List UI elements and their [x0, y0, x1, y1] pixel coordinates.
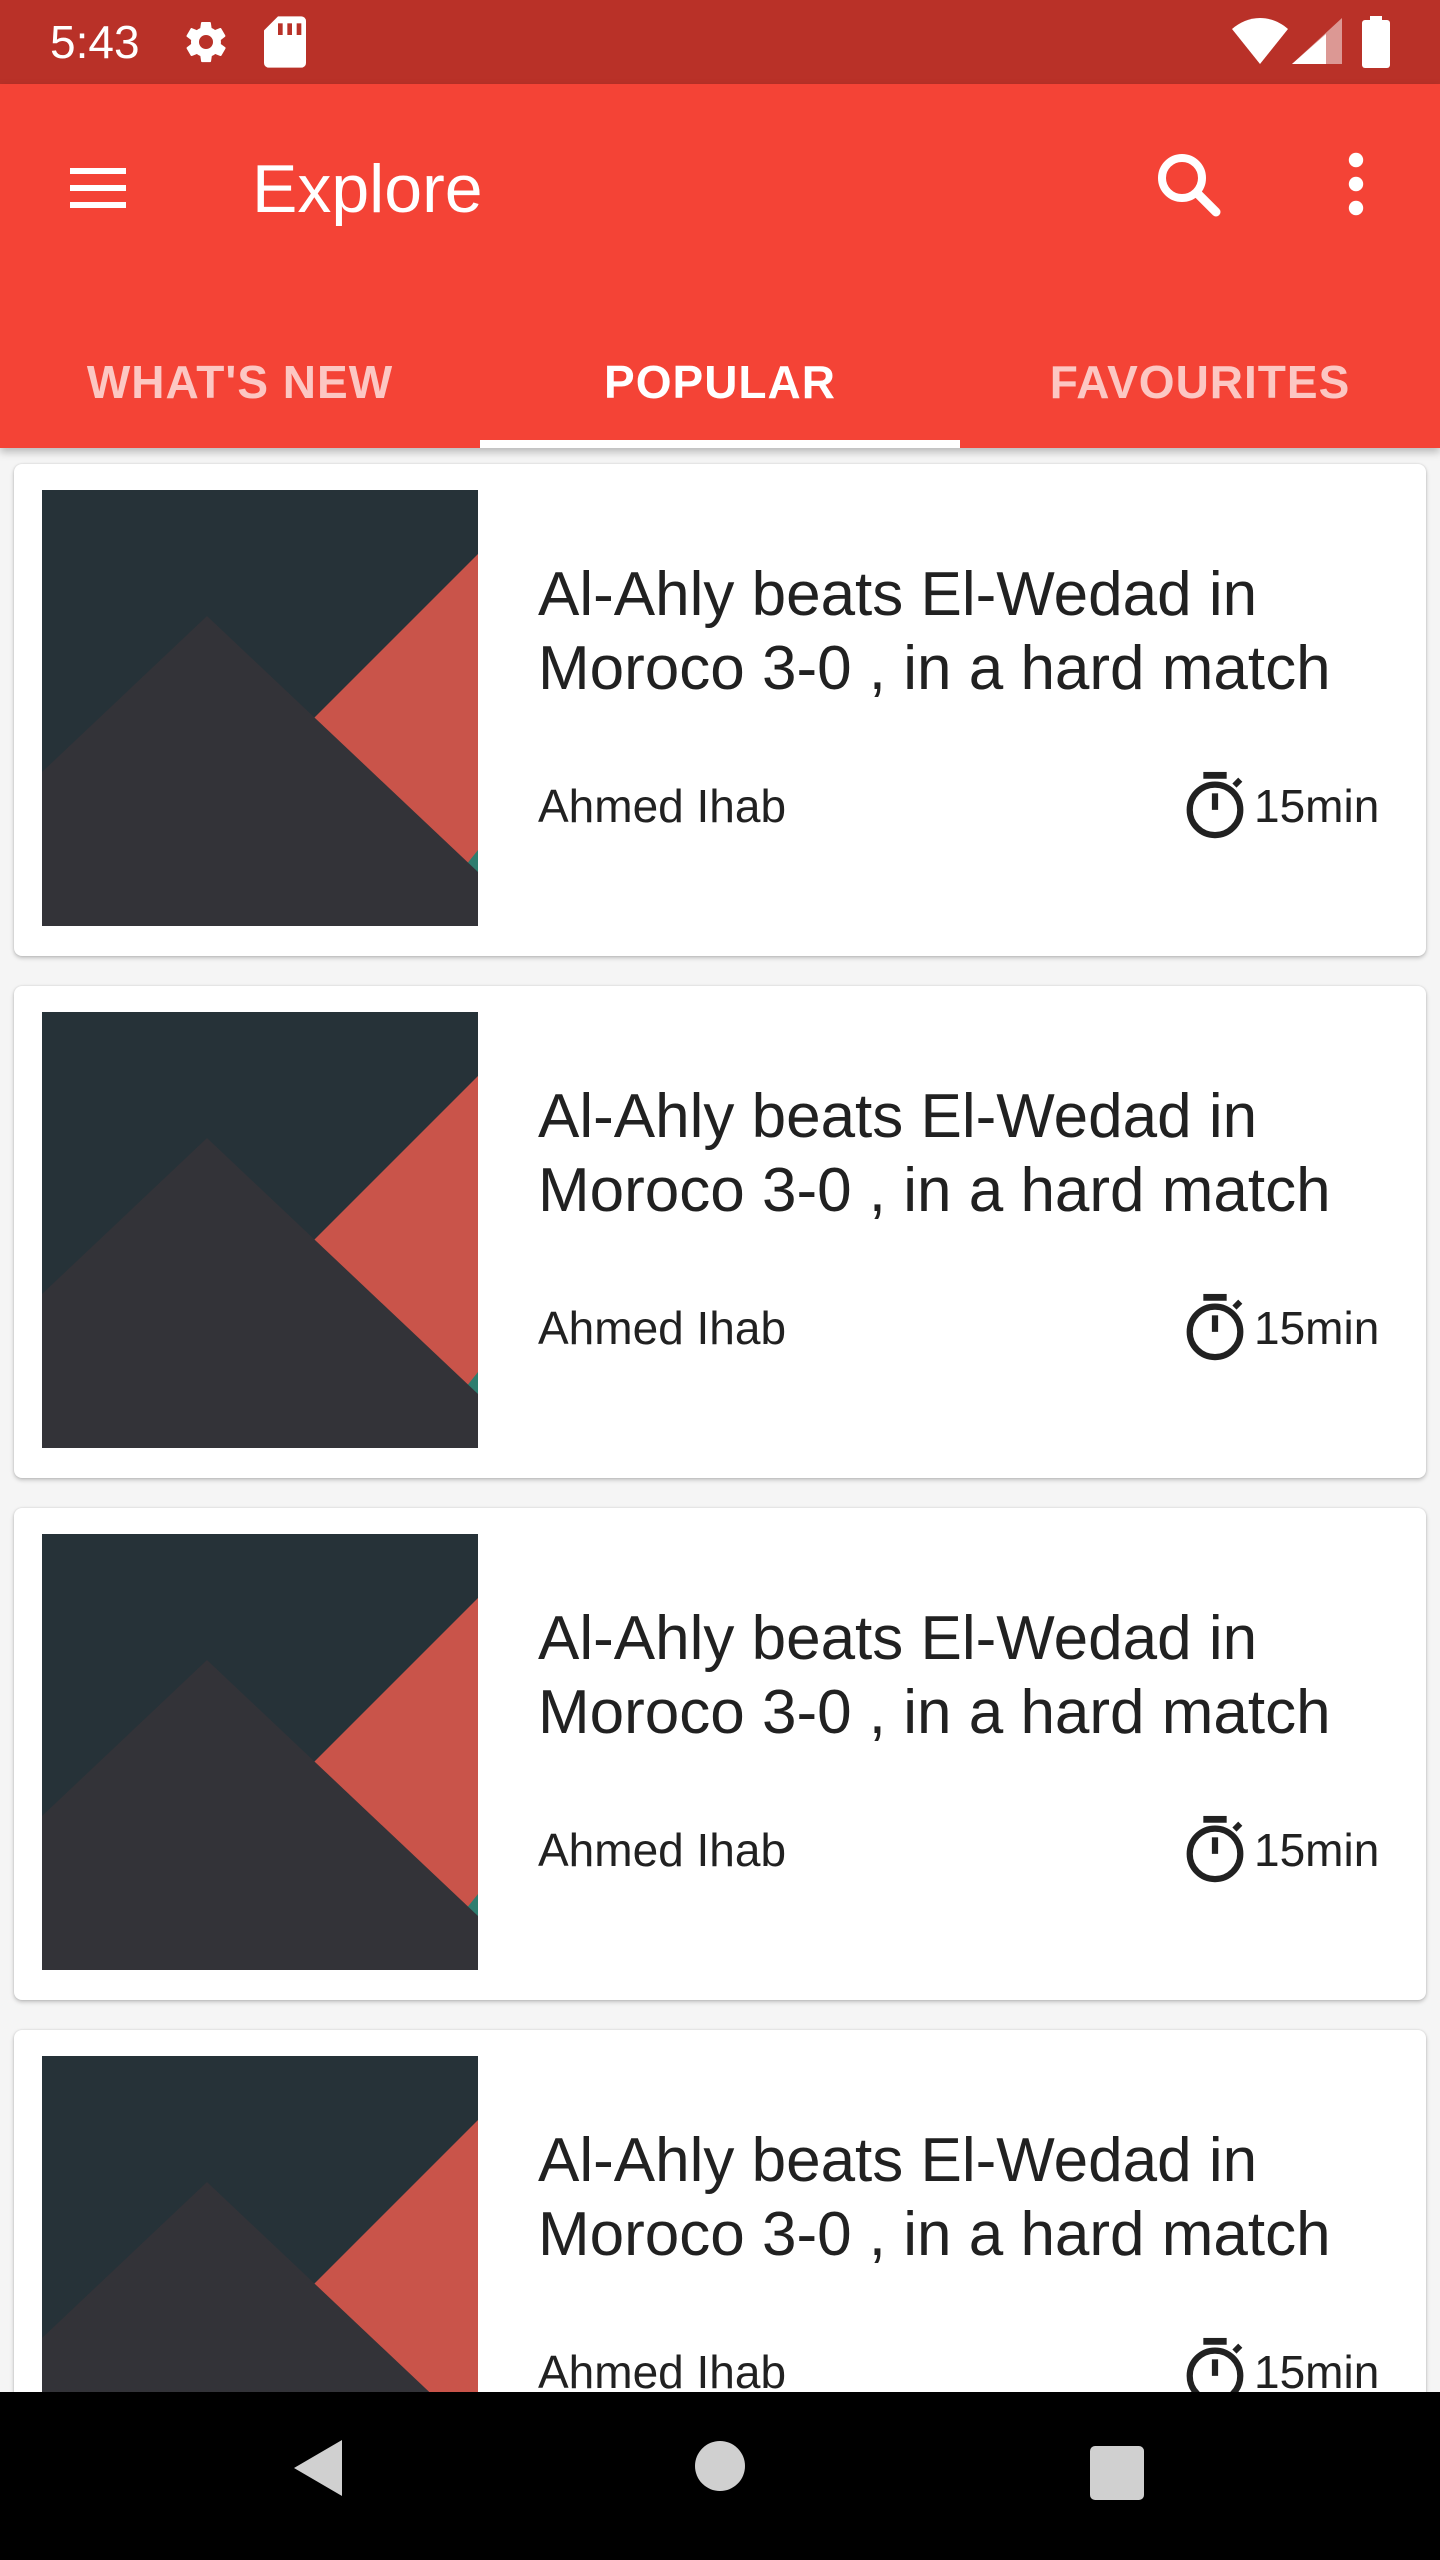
article-author: Ahmed Ihab [538, 1824, 787, 1876]
status-time: 5:43 [50, 16, 140, 68]
article-author: Ahmed Ihab [538, 780, 787, 832]
article-author: Ahmed Ihab [538, 1302, 787, 1354]
article-duration: 15min [1254, 1824, 1380, 1876]
more-vert-icon[interactable] [1320, 144, 1392, 224]
article-duration: 15min [1254, 1302, 1380, 1354]
article-card[interactable]: Al-Ahly beats El-Wedad in Moroco 3-0 , i… [14, 464, 1426, 956]
timer-icon [1186, 771, 1244, 839]
cell-signal-icon [1292, 18, 1342, 64]
article-duration: 15min [1254, 780, 1380, 832]
article-card[interactable]: Al-Ahly beats El-Wedad in Moroco 3-0 , i… [14, 1508, 1426, 2000]
tab-favourites[interactable]: FAVOURITES [960, 316, 1440, 448]
back-icon[interactable] [290, 2436, 346, 2500]
wifi-icon [1232, 18, 1288, 64]
article-author: Ahmed Ihab [538, 2346, 787, 2392]
timer-icon [1186, 1815, 1244, 1883]
article-card[interactable]: Al-Ahly beats El-Wedad in Moroco 3-0 , i… [14, 986, 1426, 1478]
article-thumbnail [42, 2056, 478, 2392]
article-duration: 15min [1254, 2346, 1380, 2392]
article-title: Al-Ahly beats El-Wedad in Moroco 3-0 , i… [538, 560, 1331, 703]
tab-whats-new[interactable]: WHAT'S NEW [0, 316, 480, 448]
menu-icon[interactable] [58, 148, 138, 228]
timer-icon [1186, 2337, 1244, 2392]
tab-indicator [480, 440, 960, 448]
article-title: Al-Ahly beats El-Wedad in Moroco 3-0 , i… [538, 2126, 1331, 2269]
sd-card-icon [264, 16, 306, 68]
article-title: Al-Ahly beats El-Wedad in Moroco 3-0 , i… [538, 1604, 1331, 1747]
article-list[interactable]: Al-Ahly beats El-Wedad in Moroco 3-0 , i… [0, 448, 1440, 2392]
battery-icon [1362, 16, 1390, 68]
tab-popular[interactable]: POPULAR [480, 316, 960, 448]
timer-icon [1186, 1293, 1244, 1361]
app-bar: Explore WHAT'S NEW POPULAR FAVOURITES [0, 84, 1440, 448]
article-title: Al-Ahly beats El-Wedad in Moroco 3-0 , i… [538, 1082, 1331, 1225]
recents-icon[interactable] [1090, 2446, 1144, 2500]
tab-bar: WHAT'S NEW POPULAR FAVOURITES [0, 316, 1440, 448]
search-icon[interactable] [1148, 144, 1228, 224]
article-thumbnail [42, 1534, 478, 1970]
status-bar: 5:43 [0, 0, 1440, 84]
article-card[interactable]: Al-Ahly beats El-Wedad in Moroco 3-0 , i… [14, 2030, 1426, 2392]
article-thumbnail [42, 490, 478, 926]
article-thumbnail [42, 1012, 478, 1448]
home-icon[interactable] [694, 2440, 746, 2492]
gear-icon [186, 21, 226, 63]
system-nav-bar [0, 2392, 1440, 2560]
page-title: Explore [252, 151, 483, 227]
